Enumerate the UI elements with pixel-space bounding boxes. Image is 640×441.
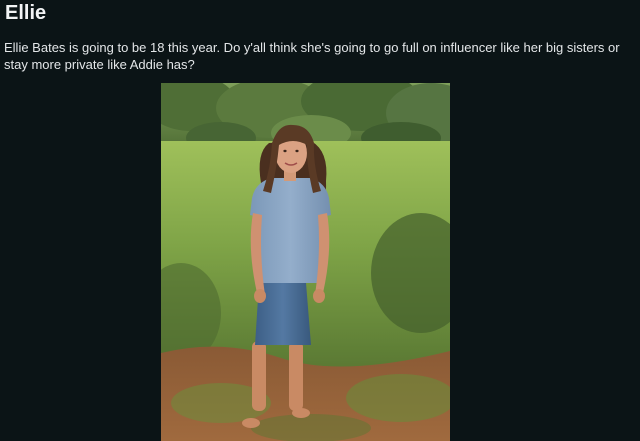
post-title[interactable]: Ellie	[5, 0, 46, 26]
post-photo	[161, 83, 450, 441]
post-image[interactable]	[161, 83, 450, 441]
post-container: Ellie Ellie Bates is going to be 18 this…	[0, 0, 640, 441]
post-body-text: Ellie Bates is going to be 18 this year.…	[4, 40, 620, 72]
